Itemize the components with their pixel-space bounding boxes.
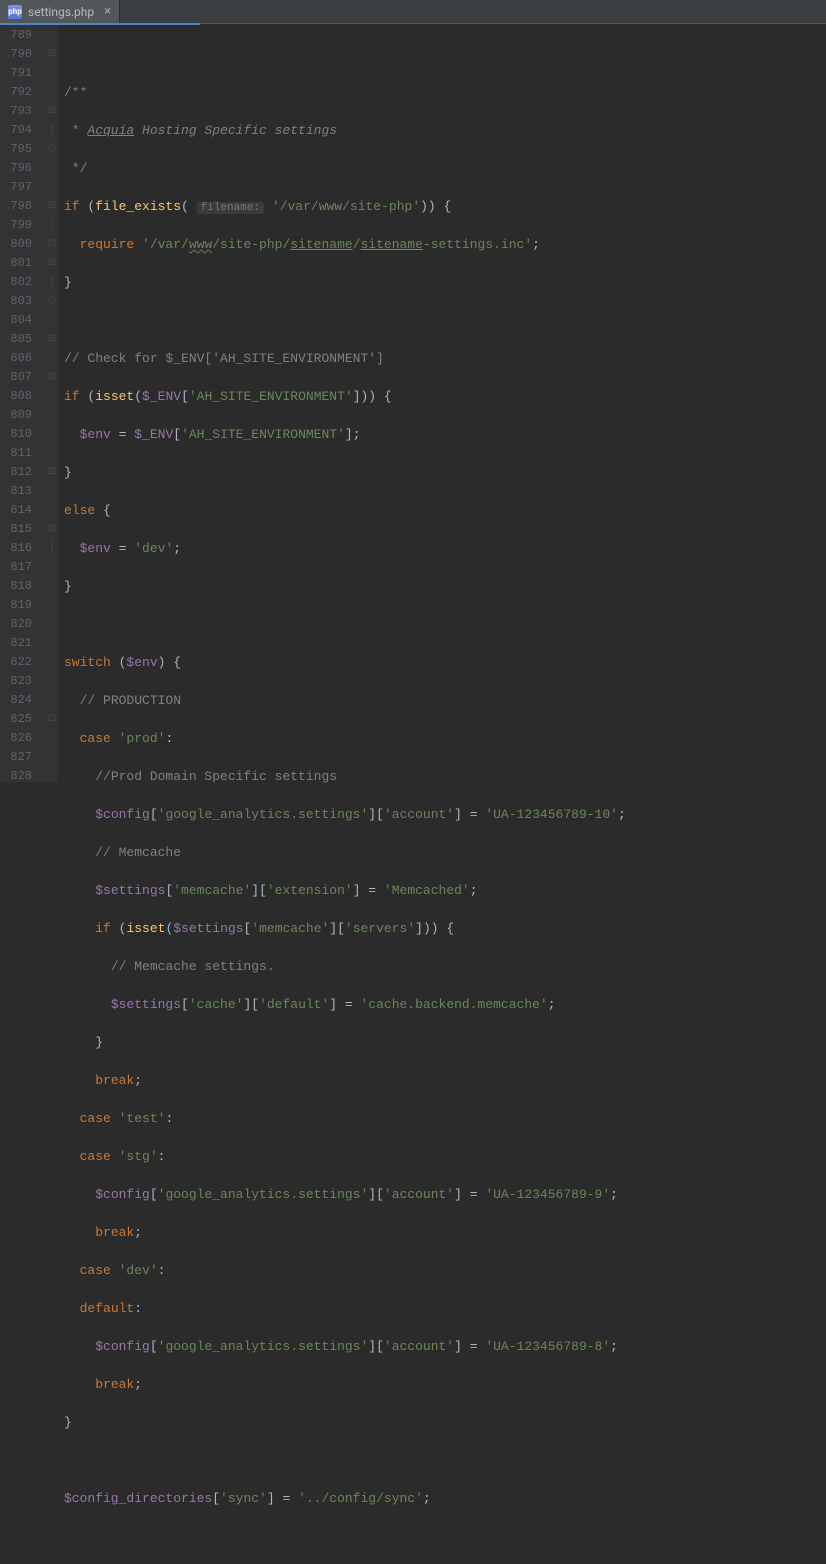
close-icon[interactable]: × [100,4,111,19]
line-number: 826 [6,729,32,748]
fold-marker[interactable]: ⊡ [46,292,58,311]
line-number: 797 [6,178,32,197]
line-number: 802 [6,273,32,292]
comment-open: /** [64,85,87,100]
fold-marker[interactable]: ⊡ [46,140,58,159]
kw-if: if [64,199,87,214]
fold-marker[interactable]: ⊟ [46,368,58,387]
line-number: 801 [6,254,32,273]
file-tab[interactable]: php settings.php × [0,0,120,23]
fold-marker[interactable]: ⊡ [46,235,58,254]
line-number: 812 [6,463,32,482]
line-number: 825 [6,710,32,729]
line-number: 817 [6,558,32,577]
fold-marker[interactable]: ⊟ [46,102,58,121]
line-number: 803 [6,292,32,311]
fold-marker[interactable]: ⊟ [46,45,58,64]
comment-close: */ [64,161,87,176]
line-number: 792 [6,83,32,102]
param-hint: filename: [197,202,264,214]
fold-marker[interactable]: ⊡ [46,710,58,729]
line-number: 799 [6,216,32,235]
line-number: 794 [6,121,32,140]
line-number: 796 [6,159,32,178]
line-number: 818 [6,577,32,596]
line-number: 815 [6,520,32,539]
code-area[interactable]: /** * Acquia Hosting Specific settings *… [58,24,826,782]
fold-marker[interactable]: │ [46,216,58,235]
fold-marker[interactable]: ⊟ [46,463,58,482]
line-number: 822 [6,653,32,672]
str-path: '/var/www/site-php' [272,199,420,214]
line-number: 821 [6,634,32,653]
fold-column[interactable]: ⊟⊟│⊡⊟│⊡⊟│⊡⊟⊟⊟⊡│⊡ [46,24,58,782]
line-number: 827 [6,748,32,767]
line-number: 811 [6,444,32,463]
line-number: 816 [6,539,32,558]
comment-line: * Acquia Hosting Specific settings [64,123,337,138]
line-number-gutter: 7897907917927937947957967977987998008018… [0,24,46,782]
php-file-icon: php [8,5,22,19]
fold-marker[interactable]: ⊟ [46,330,58,349]
code-editor[interactable]: 7897907917927937947957967977987998008018… [0,24,826,782]
fold-marker[interactable]: ⊟ [46,197,58,216]
line-number: 808 [6,387,32,406]
line-number: 789 [6,26,32,45]
line-number: 806 [6,349,32,368]
line-number: 823 [6,672,32,691]
line-number: 804 [6,311,32,330]
line-number: 824 [6,691,32,710]
line-number: 795 [6,140,32,159]
tab-filename: settings.php [28,5,94,19]
line-number: 793 [6,102,32,121]
line-number: 805 [6,330,32,349]
line-number: 828 [6,767,32,786]
fold-marker[interactable]: ⊟ [46,254,58,273]
fold-marker[interactable]: │ [46,121,58,140]
line-number: 790 [6,45,32,64]
fold-marker[interactable]: │ [46,539,58,558]
fn-file-exists: file_exists [95,199,181,214]
line-number: 820 [6,615,32,634]
line-number: 800 [6,235,32,254]
line-number: 798 [6,197,32,216]
line-number: 809 [6,406,32,425]
line-number: 791 [6,64,32,83]
line-number: 819 [6,596,32,615]
line-number: 814 [6,501,32,520]
kw-require: require [80,237,142,252]
fold-marker[interactable]: ⊡ [46,520,58,539]
tab-bar: php settings.php × [0,0,826,24]
comment-check-env: // Check for $_ENV['AH_SITE_ENVIRONMENT'… [64,351,384,366]
fold-marker[interactable]: │ [46,273,58,292]
line-number: 807 [6,368,32,387]
line-number: 810 [6,425,32,444]
line-number: 813 [6,482,32,501]
